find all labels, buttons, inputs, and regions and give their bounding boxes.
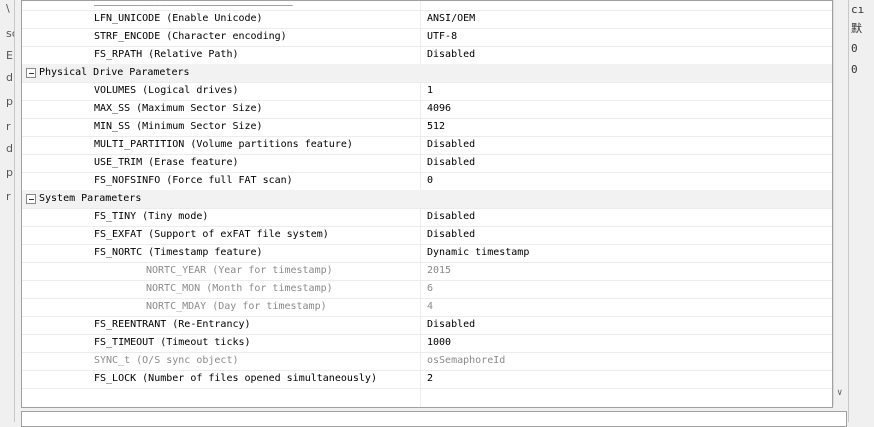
parameter-row[interactable]: FS_LOCK (Number of files opened simultan… [22, 370, 832, 389]
group-row[interactable]: Physical Drive Parameters [22, 64, 832, 83]
parameter-name: VOLUMES (Logical drives) [94, 85, 239, 96]
left-gutter-text: d [6, 71, 13, 84]
parameter-name: FS_REENTRANT (Re-Entrancy) [94, 319, 251, 330]
parameter-name: STRF_ENCODE (Character encoding) [94, 31, 287, 42]
left-gutter-text: r [6, 190, 11, 203]
parameter-name: FS_EXFAT (Support of exFAT file system) [94, 229, 329, 240]
left-gutter-text: EI [6, 49, 14, 62]
parameter-value[interactable]: Disabled [427, 49, 475, 60]
parameter-row[interactable]: MULTI_PARTITION (Volume partitions featu… [22, 136, 832, 155]
parameter-value[interactable]: 6 [427, 283, 433, 294]
collapse-icon[interactable] [26, 194, 36, 204]
right-gutter-text: 0 [851, 42, 858, 55]
collapse-icon[interactable] [26, 68, 36, 78]
parameter-value[interactable]: 1000 [427, 337, 451, 348]
parameter-value[interactable]: UTF-8 [427, 31, 457, 42]
right-gutter-text: 默 [851, 22, 862, 35]
parameter-name: FS_TIMEOUT (Timeout ticks) [94, 337, 251, 348]
parameter-value[interactable]: 4096 [427, 103, 451, 114]
left-gutter-text: \ [6, 2, 10, 15]
parameter-name: FS_NOFSINFO (Force full FAT scan) [94, 175, 293, 186]
description-panel [21, 411, 847, 427]
parameter-value[interactable]: Dynamic timestamp [427, 247, 529, 258]
parameter-row[interactable]: NORTC_MON (Month for timestamp) 6 [22, 280, 832, 299]
left-gutter-text: p [6, 166, 13, 179]
parameter-value[interactable]: Disabled [427, 229, 475, 240]
parameter-value[interactable]: ANSI/OEM [427, 13, 475, 24]
parameter-row[interactable]: FS_TINY (Tiny mode) Disabled [22, 208, 832, 227]
parameter-row[interactable]: SYNC_t (O/S sync object) osSemaphoreId [22, 352, 832, 371]
parameter-row[interactable]: MIN_SS (Minimum Sector Size) 512 [22, 118, 832, 137]
parameter-name: MULTI_PARTITION (Volume partitions featu… [94, 139, 353, 150]
scroll-down-icon[interactable]: ∨ [837, 388, 842, 398]
left-gutter-text: d [6, 142, 13, 155]
parameter-grid: _________________________________ LFN_UNI… [21, 0, 833, 408]
parameter-name: MAX_SS (Maximum Sector Size) [94, 103, 263, 114]
parameter-row[interactable]: FS_EXFAT (Support of exFAT file system) D… [22, 226, 832, 245]
parameter-value[interactable]: Disabled [427, 157, 475, 168]
parameter-value[interactable]: 2015 [427, 265, 451, 276]
right-gutter-edge [848, 0, 849, 422]
parameter-name: FS_LOCK (Number of files opened simultan… [94, 373, 377, 384]
parameter-row[interactable]: STRF_ENCODE (Character encoding) UTF-8 [22, 28, 832, 47]
parameter-name: SYNC_t (O/S sync object) [94, 355, 239, 366]
parameter-value[interactable]: Disabled [427, 139, 475, 150]
parameter-row[interactable]: FS_REENTRANT (Re-Entrancy) Disabled [22, 316, 832, 335]
parameter-row[interactable]: NORTC_MDAY (Day for timestamp) 4 [22, 298, 832, 317]
parameter-name: FS_TINY (Tiny mode) [94, 211, 209, 222]
parameter-row[interactable]: FS_TIMEOUT (Timeout ticks) 1000 [22, 334, 832, 353]
parameter-value[interactable]: osSemaphoreId [427, 355, 505, 366]
parameter-row[interactable]: NORTC_YEAR (Year for timestamp) 2015 [22, 262, 832, 281]
parameter-name: MIN_SS (Minimum Sector Size) [94, 121, 263, 132]
parameter-value[interactable]: 512 [427, 121, 445, 132]
group-label: System Parameters [39, 193, 142, 204]
group-label: Physical Drive Parameters [39, 67, 190, 78]
parameter-value[interactable]: Disabled [427, 211, 475, 222]
left-gutter: \scEIdprdpr [0, 0, 15, 422]
group-row[interactable]: System Parameters [22, 190, 832, 209]
parameter-row[interactable]: FS_NORTC (Timestamp feature) Dynamic time… [22, 244, 832, 263]
right-gutter-text: cı [851, 3, 865, 16]
parameter-name: USE_TRIM (Erase feature) [94, 157, 239, 168]
parameter-name: FS_RPATH (Relative Path) [94, 49, 239, 60]
parameter-value[interactable]: 4 [427, 301, 433, 312]
left-gutter-text: sc [6, 27, 14, 40]
left-gutter-text: r [6, 120, 11, 133]
parameter-row[interactable]: FS_RPATH (Relative Path) Disabled [22, 46, 832, 65]
right-gutter-text: 0 [851, 63, 858, 76]
parameter-name: _________________________________ [94, 0, 293, 6]
parameter-row[interactable]: VOLUMES (Logical drives) 1 [22, 82, 832, 101]
parameter-value[interactable]: Disabled [427, 319, 475, 330]
right-gutter: cı 默 0 0 [848, 0, 874, 422]
parameter-row[interactable]: LFN_UNICODE (Enable Unicode) ANSI/OEM [22, 10, 832, 29]
parameter-name: NORTC_YEAR (Year for timestamp) [146, 265, 333, 276]
parameter-value[interactable]: 0 [427, 175, 433, 186]
parameter-value[interactable]: 2 [427, 373, 433, 384]
parameter-name: FS_NORTC (Timestamp feature) [94, 247, 263, 258]
parameter-value[interactable]: 1 [427, 85, 433, 96]
left-gutter-text: p [6, 95, 13, 108]
parameter-row[interactable]: MAX_SS (Maximum Sector Size) 4096 [22, 100, 832, 119]
parameter-name: LFN_UNICODE (Enable Unicode) [94, 13, 263, 24]
parameter-row[interactable]: USE_TRIM (Erase feature) Disabled [22, 154, 832, 173]
parameter-name: NORTC_MDAY (Day for timestamp) [146, 301, 327, 312]
vertical-scrollbar[interactable]: ∨ [833, 0, 849, 406]
parameter-row[interactable]: FS_NOFSINFO (Force full FAT scan) 0 [22, 172, 832, 191]
parameter-name: NORTC_MON (Month for timestamp) [146, 283, 333, 294]
